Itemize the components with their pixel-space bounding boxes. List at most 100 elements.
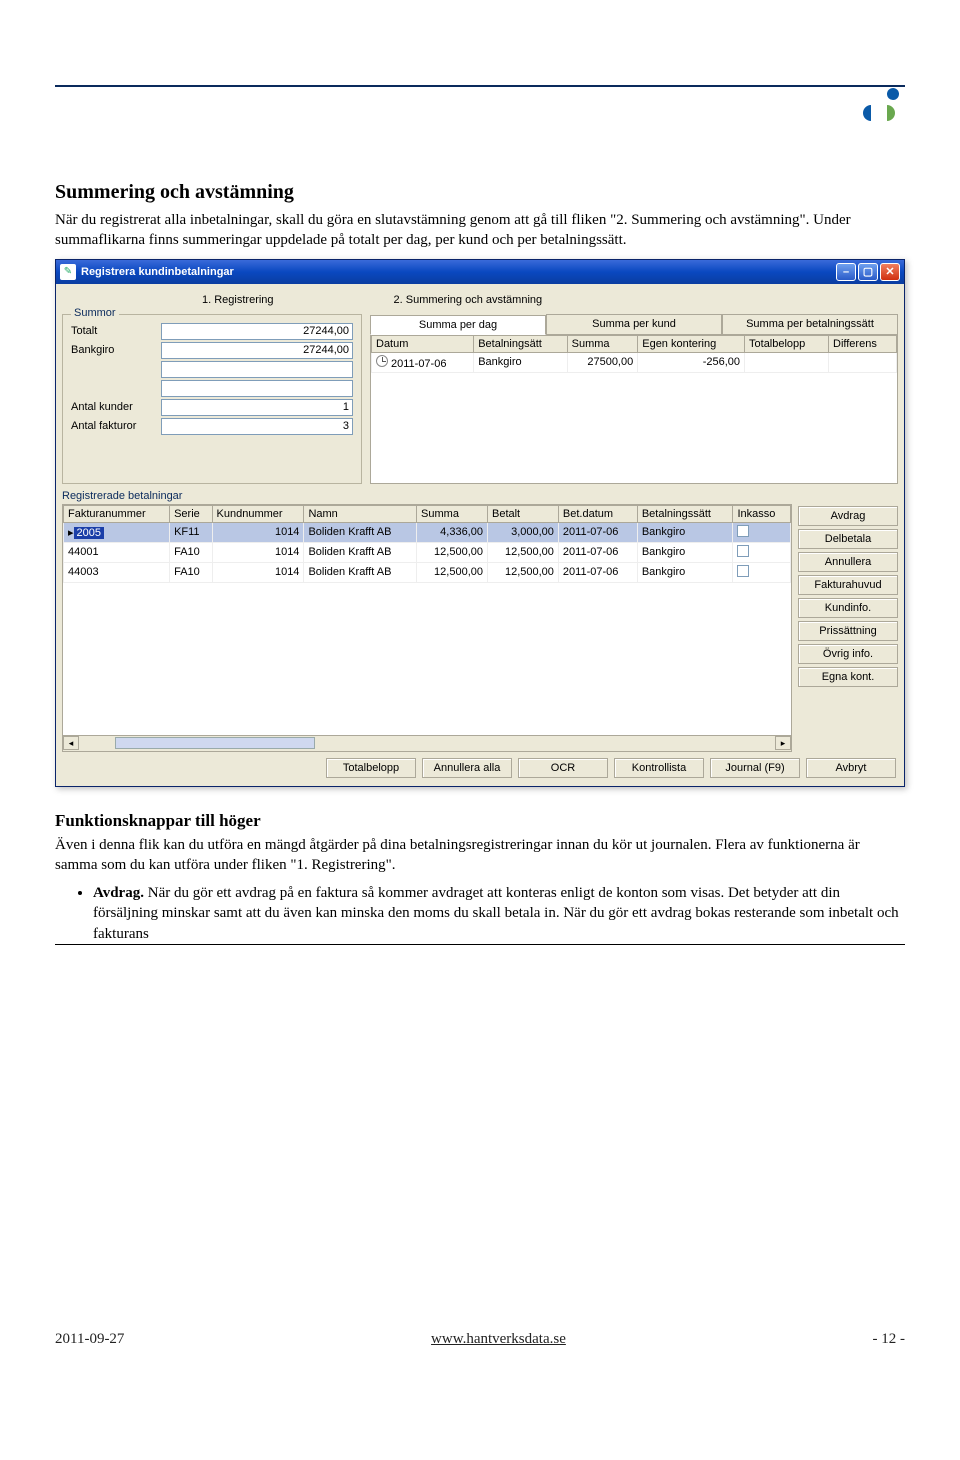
col-betalningssatt[interactable]: Betalningssätt <box>637 505 733 522</box>
col-kundnummer[interactable]: Kundnummer <box>212 505 304 522</box>
avdrag-button[interactable]: Avdrag <box>798 506 898 526</box>
sumtab-kund[interactable]: Summa per kund <box>546 314 722 334</box>
row-indicator-icon: ▸ <box>68 527 74 539</box>
cell-kund: 1014 <box>212 522 304 542</box>
table-row[interactable]: 44001 FA10 1014 Boliden Krafft AB 12,500… <box>64 542 791 562</box>
cell-diff <box>829 352 897 372</box>
tab-summering[interactable]: 2. Summering och avstämning <box>394 294 543 306</box>
cell-total <box>745 352 829 372</box>
sumtab-betalningssatt[interactable]: Summa per betalningssätt <box>722 314 898 334</box>
col-betalningsatt[interactable]: Betalningsätt <box>474 335 567 352</box>
col-serie[interactable]: Serie <box>170 505 212 522</box>
field-antal-kunder[interactable]: 1 <box>161 399 353 416</box>
horizontal-scrollbar[interactable]: ◂ ▸ <box>63 735 791 751</box>
cell-betalt: 12,500,00 <box>487 542 558 562</box>
cell-summa: 27500,00 <box>567 352 638 372</box>
cell-egen: -256,00 <box>638 352 745 372</box>
cell-serie: FA10 <box>170 542 212 562</box>
cell-fn: 44001 <box>64 542 170 562</box>
checkbox-inkasso[interactable] <box>737 565 749 577</box>
window: ✎ Registrera kundinbetalningar – ▢ ✕ 1. … <box>55 259 905 787</box>
sub-paragraph: Även i denna flik kan du utföra en mängd… <box>55 835 905 876</box>
col-totalbelopp[interactable]: Totalbelopp <box>745 335 829 352</box>
section-registrerade: Registrerade betalningar <box>62 490 898 502</box>
cell-namn: Boliden Krafft AB <box>304 522 417 542</box>
cell-fn[interactable]: 2005 <box>74 527 104 539</box>
ovrig-info-button[interactable]: Övrig info. <box>798 644 898 664</box>
sumtab-dag[interactable]: Summa per dag <box>370 315 546 335</box>
avbryt-button[interactable]: Avbryt <box>806 758 896 778</box>
cell-bs: Bankgiro <box>637 562 733 582</box>
summary-grid[interactable]: Datum Betalningsätt Summa Egen kontering… <box>370 334 898 484</box>
clock-icon <box>376 355 388 367</box>
kundinfo-button[interactable]: Kundinfo. <box>798 598 898 618</box>
bullet-avdrag: Avdrag. När du gör ett avdrag på en fakt… <box>93 883 905 944</box>
cell-kund: 1014 <box>212 562 304 582</box>
ocr-button[interactable]: OCR <box>518 758 608 778</box>
col-summa[interactable]: Summa <box>567 335 638 352</box>
cell-namn: Boliden Krafft AB <box>304 562 417 582</box>
scroll-left-icon[interactable]: ◂ <box>63 736 79 750</box>
col-egen-kontering[interactable]: Egen kontering <box>638 335 745 352</box>
cell-betalt: 3,000,00 <box>487 522 558 542</box>
intro-paragraph: När du registrerat alla inbetalningar, s… <box>55 210 905 251</box>
fakturahuvud-button[interactable]: Fakturahuvud <box>798 575 898 595</box>
titlebar[interactable]: ✎ Registrera kundinbetalningar – ▢ ✕ <box>56 260 904 284</box>
checkbox-inkasso[interactable] <box>737 545 749 557</box>
cell-namn: Boliden Krafft AB <box>304 542 417 562</box>
cell-serie: KF11 <box>170 522 212 542</box>
field-blank2[interactable] <box>161 380 353 397</box>
col-fakturanummer[interactable]: Fakturanummer <box>64 505 170 522</box>
annullera-button[interactable]: Annullera <box>798 552 898 572</box>
prissattning-button[interactable]: Prissättning <box>798 621 898 641</box>
col-betdatum[interactable]: Bet.datum <box>558 505 637 522</box>
summary-grid-row[interactable]: 2011-07-06 Bankgiro 27500,00 -256,00 <box>372 352 897 372</box>
bullet-text: När du gör ett avdrag på en faktura så k… <box>93 885 899 942</box>
field-blank1[interactable] <box>161 361 353 378</box>
footer-url: www.hantverksdata.se <box>431 1331 566 1348</box>
col-betalt[interactable]: Betalt <box>487 505 558 522</box>
maximize-button[interactable]: ▢ <box>858 263 878 281</box>
minimize-button[interactable]: – <box>836 263 856 281</box>
checkbox-inkasso[interactable] <box>737 525 749 537</box>
delbetala-button[interactable]: Delbetala <box>798 529 898 549</box>
table-row[interactable]: 44003 FA10 1014 Boliden Krafft AB 12,500… <box>64 562 791 582</box>
payments-grid[interactable]: Fakturanummer Serie Kundnummer Namn Summ… <box>62 504 792 752</box>
scroll-right-icon[interactable]: ▸ <box>775 736 791 750</box>
bullet-label: Avdrag. <box>93 885 144 901</box>
page-title: Summering och avstämning <box>55 181 905 204</box>
cell-datum2: 2011-07-06 <box>558 562 637 582</box>
cell-datum2: 2011-07-06 <box>558 522 637 542</box>
field-totalt[interactable]: 27244,00 <box>161 323 353 340</box>
cell-summa2: 4,336,00 <box>417 522 488 542</box>
totalbelopp-button[interactable]: Totalbelopp <box>326 758 416 778</box>
summor-legend: Summor <box>71 307 119 319</box>
cell-datum2: 2011-07-06 <box>558 542 637 562</box>
scroll-thumb[interactable] <box>115 737 315 749</box>
field-bankgiro[interactable]: 27244,00 <box>161 342 353 359</box>
cell-serie: FA10 <box>170 562 212 582</box>
col-datum[interactable]: Datum <box>372 335 474 352</box>
journal-button[interactable]: Journal (F9) <box>710 758 800 778</box>
table-row[interactable]: ▸2005 KF11 1014 Boliden Krafft AB 4,336,… <box>64 522 791 542</box>
cell-bet: Bankgiro <box>474 352 567 372</box>
window-title: Registrera kundinbetalningar <box>81 266 836 278</box>
kontrollista-button[interactable]: Kontrollista <box>614 758 704 778</box>
field-antal-fakturor[interactable]: 3 <box>161 418 353 435</box>
tab-registrering[interactable]: 1. Registrering <box>202 294 274 306</box>
annullera-alla-button[interactable]: Annullera alla <box>422 758 512 778</box>
egna-kont-button[interactable]: Egna kont. <box>798 667 898 687</box>
app-icon: ✎ <box>60 264 76 280</box>
col-inkasso[interactable]: Inkasso <box>733 505 791 522</box>
cell-bs: Bankgiro <box>637 522 733 542</box>
cell-kund: 1014 <box>212 542 304 562</box>
col-differens[interactable]: Differens <box>829 335 897 352</box>
col-summa2[interactable]: Summa <box>417 505 488 522</box>
label-antal-fakturor: Antal fakturor <box>71 420 161 432</box>
footer-page: - 12 - <box>872 1331 905 1348</box>
summor-group: Summor Totalt 27244,00 Bankgiro 27244,00… <box>62 314 362 484</box>
col-namn[interactable]: Namn <box>304 505 417 522</box>
cell-bs: Bankgiro <box>637 542 733 562</box>
close-button[interactable]: ✕ <box>880 263 900 281</box>
label-bankgiro: Bankgiro <box>71 344 161 356</box>
